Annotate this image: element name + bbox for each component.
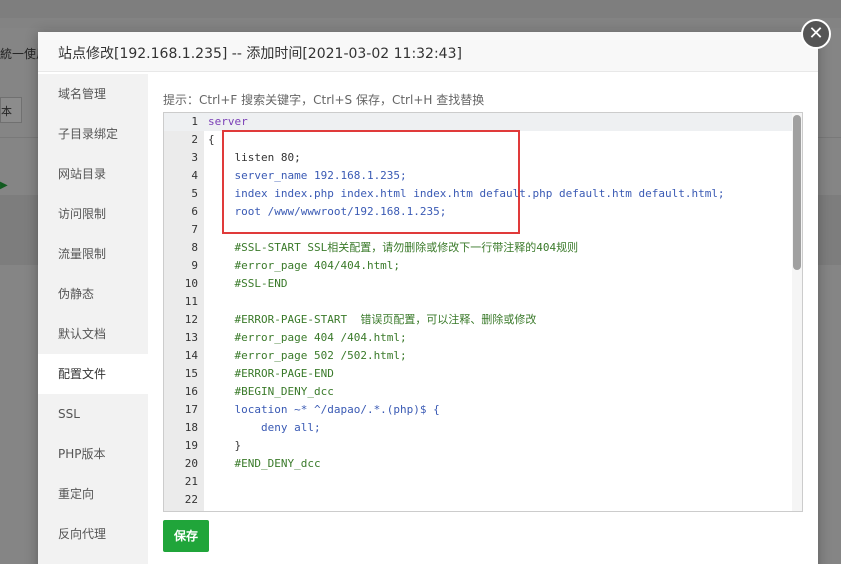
code-line[interactable]: 16 #BEGIN_DENY_dcc [164, 383, 792, 401]
code-text: #BEGIN_DENY_dcc [208, 385, 334, 398]
sidebar-item-reverse-proxy[interactable]: 反向代理 [38, 514, 148, 554]
code-text: deny all; [208, 421, 321, 434]
line-number: 20 [184, 457, 198, 470]
code-text: location ~* ^/dapao/.*.(php)$ { [208, 403, 440, 416]
line-number: 4 [191, 169, 198, 182]
save-button[interactable]: 保存 [163, 520, 209, 552]
editor-scrollbar-thumb[interactable] [793, 115, 801, 270]
sidebar-item-config-file[interactable]: 配置文件 [38, 354, 148, 394]
modal-title: 站点修改[192.168.1.235] -- 添加时间[2021-03-02 1… [38, 32, 818, 72]
code-text: #error_page 404/404.html; [208, 259, 401, 272]
code-line[interactable]: 17 location ~* ^/dapao/.*.(php)$ { [164, 401, 792, 419]
highlight-annotation-box [222, 130, 520, 234]
code-line[interactable]: 20 #END_DENY_dcc [164, 455, 792, 473]
line-number: 19 [184, 439, 198, 452]
line-number: 12 [184, 313, 198, 326]
line-number: 22 [184, 493, 198, 506]
code-line[interactable]: 1 server [164, 113, 792, 131]
code-line[interactable]: 10 #SSL-END [164, 275, 792, 293]
code-text: } [208, 439, 242, 452]
line-number: 8 [191, 241, 198, 254]
line-number: 15 [184, 367, 198, 380]
line-number: 3 [191, 151, 198, 164]
code-line[interactable]: 19 } [164, 437, 792, 455]
shortcut-hint: 提示：Ctrl+F 搜索关键字，Ctrl+S 保存，Ctrl+H 查找替换 [163, 93, 485, 107]
sidebar-item-php-version[interactable]: PHP版本 [38, 434, 148, 474]
line-number: 5 [191, 187, 198, 200]
line-number: 16 [184, 385, 198, 398]
close-icon[interactable]: ✕ [801, 19, 831, 49]
code-line[interactable]: 9 #error_page 404/404.html; [164, 257, 792, 275]
code-line[interactable]: 12 #ERROR-PAGE-START 错误页配置，可以注释、删除或修改 [164, 311, 792, 329]
code-text: #SSL-START SSL相关配置，请勿删除或修改下一行带注释的404规则 [208, 241, 579, 254]
code-line[interactable]: 22 [164, 491, 792, 509]
line-number: 9 [191, 259, 198, 272]
line-number: 10 [184, 277, 198, 290]
line-number: 7 [191, 223, 198, 236]
sidebar-item-access-limit[interactable]: 访问限制 [38, 194, 148, 234]
code-text: { [208, 133, 215, 146]
code-line[interactable]: 14 #error_page 502 /502.html; [164, 347, 792, 365]
sidebar-item-redirect[interactable]: 重定向 [38, 474, 148, 514]
line-number: 14 [184, 349, 198, 362]
code-line[interactable]: 11 [164, 293, 792, 311]
code-line[interactable]: 18 deny all; [164, 419, 792, 437]
sidebar-item-rewrite[interactable]: 伪静态 [38, 274, 148, 314]
code-text: #END_DENY_dcc [208, 457, 321, 470]
sidebar-item-site-dir[interactable]: 网站目录 [38, 154, 148, 194]
code-text: #SSL-END [208, 277, 288, 290]
line-number: 18 [184, 421, 198, 434]
line-number: 21 [184, 475, 198, 488]
line-number: 13 [184, 331, 198, 344]
code-text: #ERROR-PAGE-START 错误页配置，可以注释、删除或修改 [208, 313, 537, 326]
code-text: #error_page 404 /404.html; [208, 331, 407, 344]
code-text: server [208, 115, 248, 128]
sidebar-item-ssl[interactable]: SSL [38, 394, 148, 434]
sidebar-item-subdir[interactable]: 子目录绑定 [38, 114, 148, 154]
line-number: 11 [184, 295, 198, 308]
sidebar-item-domain[interactable]: 域名管理 [38, 74, 148, 114]
code-line[interactable]: 15 #ERROR-PAGE-END [164, 365, 792, 383]
sidebar-item-default-doc[interactable]: 默认文档 [38, 314, 148, 354]
line-number: 1 [191, 115, 198, 128]
modal-sidebar: 域名管理 子目录绑定 网站目录 访问限制 流量限制 伪静态 默认文档 配置文件 … [38, 74, 148, 564]
sidebar-item-traffic-limit[interactable]: 流量限制 [38, 234, 148, 274]
code-text: #ERROR-PAGE-END [208, 367, 334, 380]
code-line[interactable]: 8 #SSL-START SSL相关配置，请勿删除或修改下一行带注释的404规则 [164, 239, 792, 257]
code-line[interactable]: 21 [164, 473, 792, 491]
code-line[interactable]: 13 #error_page 404 /404.html; [164, 329, 792, 347]
code-text: #error_page 502 /502.html; [208, 349, 407, 362]
line-number: 6 [191, 205, 198, 218]
line-number: 2 [191, 133, 198, 146]
line-number: 17 [184, 403, 198, 416]
